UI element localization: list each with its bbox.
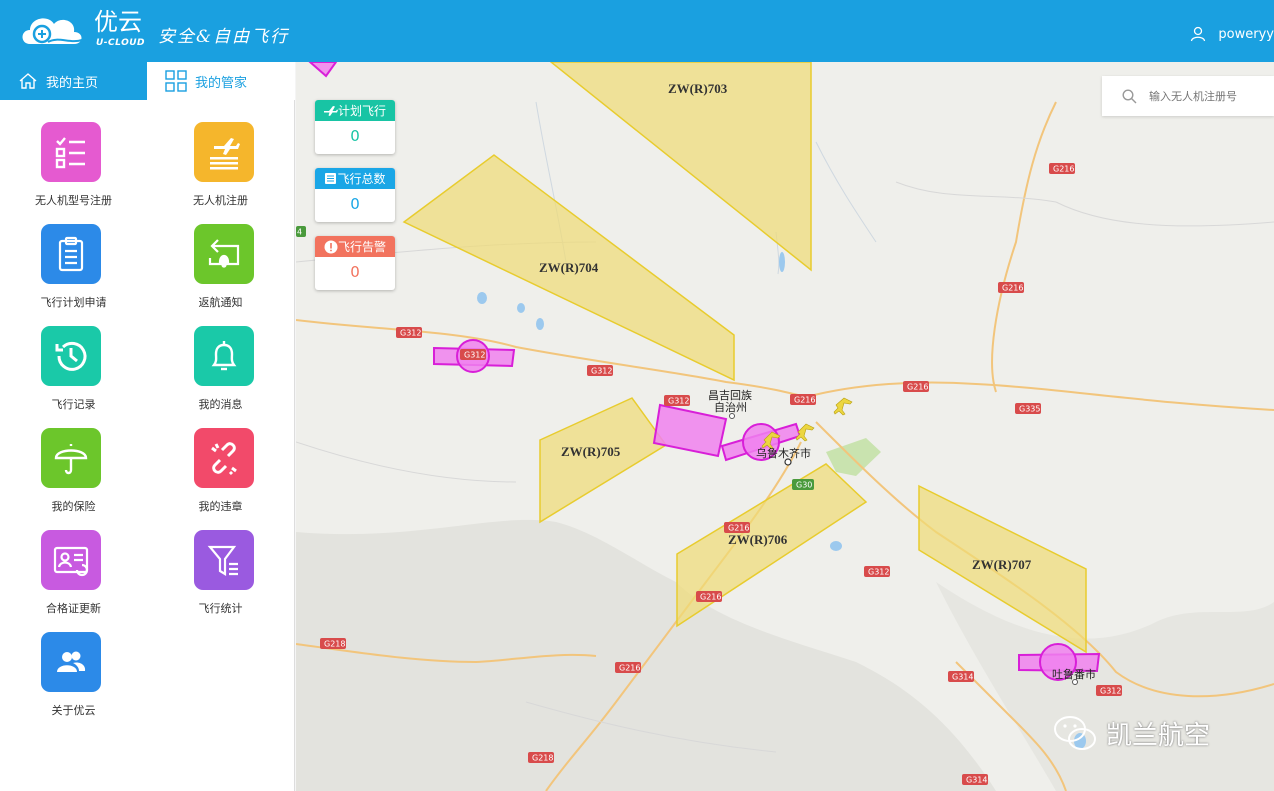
menu-flight-history[interactable]: 飞行记录: [0, 316, 147, 418]
id-card-icon: [41, 530, 101, 590]
svg-text:G312: G312: [668, 397, 689, 406]
zone-label-705: ZW(R)705: [561, 444, 621, 459]
menu-label: 我的保险: [51, 500, 96, 513]
tab-home-label: 我的主页: [46, 75, 99, 91]
svg-text:4: 4: [297, 228, 302, 237]
search-icon: [1122, 88, 1137, 103]
svg-text:G216: G216: [907, 383, 928, 392]
grid-icon: [165, 70, 187, 92]
menu-cert-update[interactable]: 合格证更新: [0, 520, 147, 622]
history-icon: [41, 326, 101, 386]
svg-text:G218: G218: [324, 640, 345, 649]
stat-alerts-value: 0: [350, 263, 360, 281]
tab-home[interactable]: 我的主页: [0, 62, 147, 100]
bell-icon: [194, 326, 254, 386]
menu-return-notice[interactable]: 返航通知: [147, 214, 294, 316]
menu-label: 合格证更新: [46, 602, 101, 615]
users-icon: [41, 632, 101, 692]
svg-text:G335: G335: [1019, 405, 1040, 414]
alert-icon: [324, 240, 338, 253]
list-icon: [325, 173, 337, 184]
city-changji-line1: 昌吉回族: [708, 388, 752, 402]
svg-text:G218: G218: [532, 754, 553, 763]
watermark: 凯兰航空: [1052, 713, 1210, 753]
menu-about[interactable]: 关于优云: [0, 622, 147, 724]
svg-text:G216: G216: [1053, 165, 1074, 174]
return-bell-icon: [194, 224, 254, 284]
plane-list-icon: [194, 122, 254, 182]
map-canvas[interactable]: ZW(R)703 ZW(R)704 ZW(R)705 ZW(R)706 ZW(R…: [296, 62, 1274, 791]
svg-text:G314: G314: [952, 673, 973, 682]
checklist-icon: [41, 122, 101, 182]
stat-flight-alerts: 飞行告警 0: [315, 236, 395, 290]
filter-stats-icon: [194, 530, 254, 590]
menu-label: 我的消息: [198, 398, 243, 411]
menu-label: 飞行统计: [198, 602, 243, 615]
menu-my-insurance[interactable]: 我的保险: [0, 418, 147, 520]
stat-total-flights: 飞行总数 0: [315, 168, 395, 222]
menu-drone-register[interactable]: 无人机注册: [147, 112, 294, 214]
city-urumqi: 乌鲁木齐市: [756, 446, 811, 460]
plane-icon: [323, 105, 338, 116]
search-box: [1102, 76, 1274, 116]
svg-text:G216: G216: [794, 396, 815, 405]
stat-total-value: 0: [350, 195, 360, 213]
svg-text:G312: G312: [1100, 687, 1121, 696]
menu-label: 无人机型号注册: [35, 194, 112, 207]
menu-label: 关于优云: [51, 704, 96, 717]
top-bar: 优云 U-CLOUD 安全&自由飞行 poweryy: [0, 0, 1274, 62]
tab-manager-label: 我的管家: [195, 75, 248, 91]
broken-link-icon: [194, 428, 254, 488]
svg-text:G312: G312: [464, 351, 485, 360]
stat-total-header: 飞行总数: [315, 168, 395, 189]
menu-my-violations[interactable]: 我的违章: [147, 418, 294, 520]
menu-my-messages[interactable]: 我的消息: [147, 316, 294, 418]
stat-planned-value: 0: [350, 127, 360, 145]
stat-alerts-header: 飞行告警: [315, 236, 395, 257]
map-view[interactable]: ZW(R)703 ZW(R)704 ZW(R)705 ZW(R)706 ZW(R…: [296, 62, 1274, 791]
svg-text:G216: G216: [1002, 284, 1023, 293]
menu-drone-model-register[interactable]: 无人机型号注册: [0, 112, 147, 214]
wechat-icon: [1054, 716, 1096, 750]
watermark-text: 凯兰航空: [1106, 720, 1211, 751]
tab-manager[interactable]: 我的管家: [147, 62, 295, 100]
zone-label-707: ZW(R)707: [972, 557, 1032, 572]
menu-label: 无人机注册: [193, 194, 248, 207]
menu-label: 返航通知: [198, 296, 243, 309]
svg-text:G312: G312: [400, 329, 421, 338]
menu-label: 我的违章: [198, 500, 243, 513]
svg-text:G216: G216: [728, 524, 749, 533]
svg-text:G312: G312: [591, 367, 612, 376]
stat-planned-flights: 计划飞行 0: [315, 100, 395, 154]
svg-text:G314: G314: [966, 776, 987, 785]
sidebar-tabs: 我的主页 我的管家: [0, 62, 295, 100]
zone-label-704: ZW(R)704: [539, 260, 599, 275]
slogan: 安全&自由飞行: [158, 27, 290, 47]
svg-text:G30: G30: [796, 481, 812, 490]
menu-flight-plan-apply[interactable]: 飞行计划申请: [0, 214, 147, 316]
clipboard-icon: [41, 224, 101, 284]
stat-planned-header: 计划飞行: [315, 100, 395, 121]
home-icon: [19, 73, 37, 89]
search-input[interactable]: [1149, 89, 1269, 103]
user-menu[interactable]: poweryy: [1190, 26, 1274, 42]
zone-label-706: ZW(R)706: [728, 532, 788, 547]
brand-name: 优云: [94, 8, 142, 36]
menu-label: 飞行计划申请: [40, 296, 107, 309]
cloud-logo-icon: [22, 18, 83, 44]
svg-text:G216: G216: [619, 664, 640, 673]
city-changji-line2: 自治州: [714, 400, 747, 414]
brand-sub: U-CLOUD: [96, 38, 145, 48]
svg-text:G216: G216: [700, 593, 721, 602]
zone-label-703: ZW(R)703: [668, 81, 728, 96]
umbrella-icon: [41, 428, 101, 488]
svg-text:G312: G312: [868, 568, 889, 577]
menu-flight-stats[interactable]: 飞行统计: [147, 520, 294, 622]
sidebar: 我的主页 我的管家 无人机型号注册 无人机注册 飞行计划申请 返航通知 飞行记录…: [0, 62, 295, 791]
city-turpan: 吐鲁番市: [1052, 667, 1096, 681]
username: poweryy: [1218, 26, 1274, 42]
user-icon: [1191, 26, 1206, 42]
menu-label: 飞行记录: [51, 398, 96, 411]
